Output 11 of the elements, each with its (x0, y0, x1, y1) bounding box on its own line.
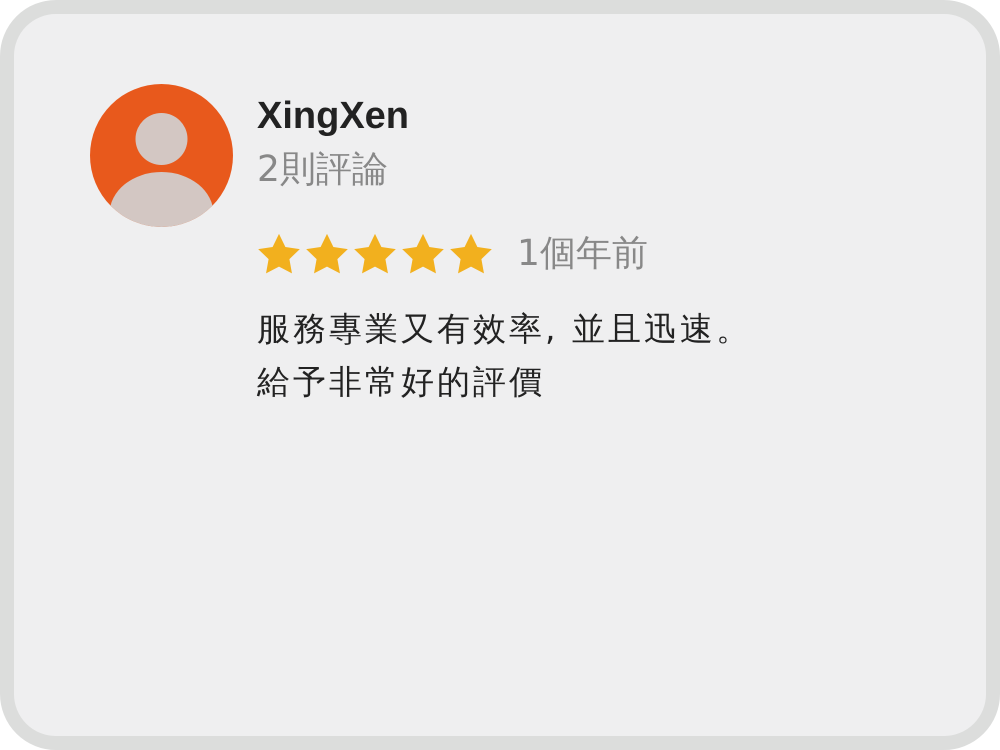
star-icon (353, 232, 397, 275)
star-icon (257, 232, 301, 275)
reviewer-name: XingXen (257, 96, 410, 138)
review-text: 給予非常好的評價 (257, 360, 546, 403)
star-icon (449, 232, 493, 275)
star-icon (305, 232, 349, 275)
star-icon (401, 232, 445, 275)
review-count: 2則評論 (257, 148, 389, 191)
review-text: 服務專業又有效率, 並且迅速。 (257, 308, 752, 350)
avatar-icon (90, 84, 233, 227)
review-time: 1個年前 (517, 236, 648, 272)
